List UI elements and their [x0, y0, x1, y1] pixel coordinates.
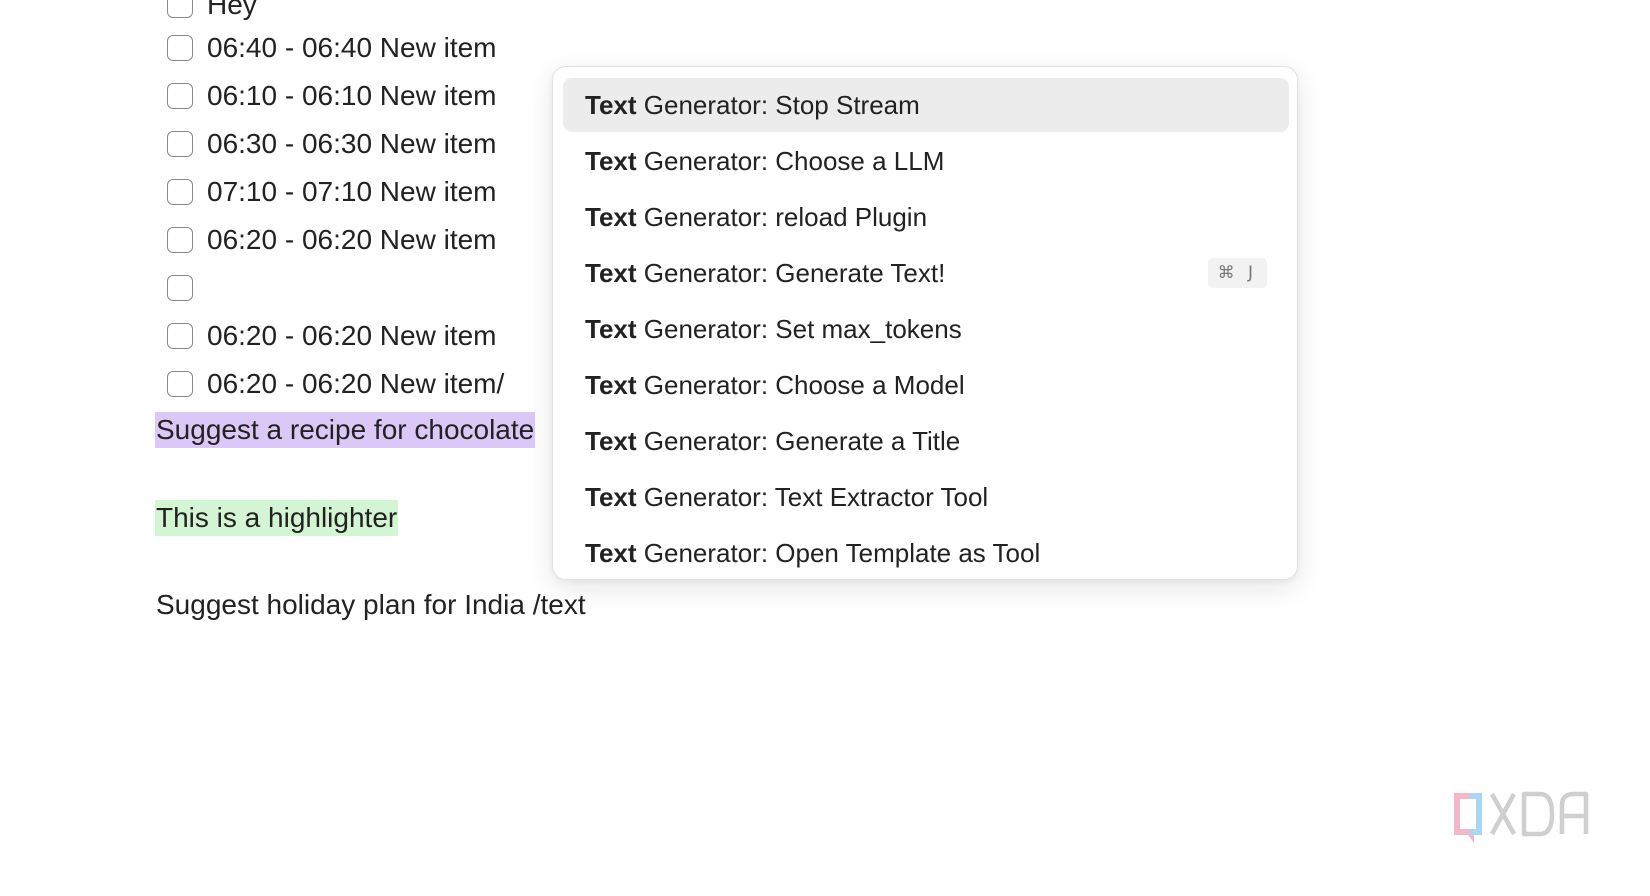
command-item-keyword: Text	[585, 201, 637, 232]
command-item-generate-text[interactable]: Text Generator: Generate Text! ⌘ J	[563, 246, 1289, 300]
task-text[interactable]: 06:30 - 06:30 New item	[207, 128, 497, 160]
xda-logo-icon	[1454, 791, 1589, 843]
command-item-keyword: Text	[585, 89, 637, 120]
task-item: 06:40 - 06:40 New item	[167, 28, 497, 68]
command-suggestion-menu: Text Generator: Stop Stream Text Generat…	[552, 66, 1298, 580]
command-item-keyword: Text	[585, 257, 637, 288]
command-item-choose-model[interactable]: Text Generator: Choose a Model	[563, 358, 1289, 412]
command-item-open-template[interactable]: Text Generator: Open Template as Tool	[563, 526, 1289, 579]
task-item: 06:20 - 06:20 New item	[167, 220, 497, 260]
task-item: 06:20 - 06:20 New item/	[167, 364, 504, 404]
command-item-label: Generator: Choose a LLM	[636, 145, 945, 176]
task-text[interactable]: 06:20 - 06:20 New item	[207, 320, 497, 352]
task-checkbox[interactable]	[167, 227, 193, 253]
highlighter-text[interactable]: This is a highlighter	[155, 500, 399, 536]
recipe-prompt-highlighted[interactable]: Suggest a recipe for chocolate	[155, 412, 536, 448]
task-checkbox[interactable]	[167, 35, 193, 61]
task-item: Hey	[167, 0, 257, 25]
task-item: 06:20 - 06:20 New item	[167, 316, 497, 356]
task-checkbox[interactable]	[167, 323, 193, 349]
command-item-text-extractor[interactable]: Text Generator: Text Extractor Tool	[563, 470, 1289, 524]
hotkey-badge: ⌘ J	[1207, 258, 1267, 288]
command-item-keyword: Text	[585, 145, 637, 176]
command-item-keyword: Text	[585, 537, 637, 568]
task-item	[167, 268, 207, 308]
task-item: 06:10 - 06:10 New item	[167, 76, 497, 116]
task-item: 07:10 - 07:10 New item	[167, 172, 497, 212]
command-item-reload-plugin[interactable]: Text Generator: reload Plugin	[563, 190, 1289, 244]
task-checkbox[interactable]	[167, 371, 193, 397]
task-checkbox[interactable]	[167, 131, 193, 157]
command-item-generate-title[interactable]: Text Generator: Generate a Title	[563, 414, 1289, 468]
note-editor: Hey 06:40 - 06:40 New item 06:10 - 06:10…	[0, 0, 1650, 896]
task-checkbox[interactable]	[167, 275, 193, 301]
command-item-label: Generator: Open Template as Tool	[636, 537, 1041, 568]
command-item-label: Generator: reload Plugin	[636, 201, 928, 232]
holiday-prompt-text[interactable]: Suggest holiday plan for India /text	[155, 587, 587, 623]
task-item: 06:30 - 06:30 New item	[167, 124, 497, 164]
command-item-label: Generator: Set max_tokens	[636, 313, 962, 344]
task-text[interactable]: 06:10 - 06:10 New item	[207, 80, 497, 112]
command-item-keyword: Text	[585, 313, 637, 344]
task-text[interactable]: 06:20 - 06:20 New item	[207, 224, 497, 256]
command-item-label: Generator: Stop Stream	[636, 89, 920, 120]
command-item-choose-llm[interactable]: Text Generator: Choose a LLM	[563, 134, 1289, 188]
command-item-label: Generator: Choose a Model	[636, 369, 965, 400]
command-item-label: Generator: Generate a Title	[636, 425, 961, 456]
command-item-set-max-tokens[interactable]: Text Generator: Set max_tokens	[563, 302, 1289, 356]
command-item-keyword: Text	[585, 481, 637, 512]
task-checkbox[interactable]	[167, 0, 193, 18]
command-item-keyword: Text	[585, 369, 637, 400]
task-text[interactable]: 06:40 - 06:40 New item	[207, 32, 497, 64]
task-text[interactable]: Hey	[207, 0, 257, 21]
task-checkbox[interactable]	[167, 83, 193, 109]
command-item-keyword: Text	[585, 425, 637, 456]
command-item-label: Generator: Text Extractor Tool	[636, 481, 989, 512]
command-item-label: Generator: Generate Text!	[636, 257, 946, 288]
task-text[interactable]: 06:20 - 06:20 New item/	[207, 368, 504, 400]
task-text[interactable]: 07:10 - 07:10 New item	[207, 176, 497, 208]
command-item-stop-stream[interactable]: Text Generator: Stop Stream	[563, 78, 1289, 132]
task-checkbox[interactable]	[167, 179, 193, 205]
